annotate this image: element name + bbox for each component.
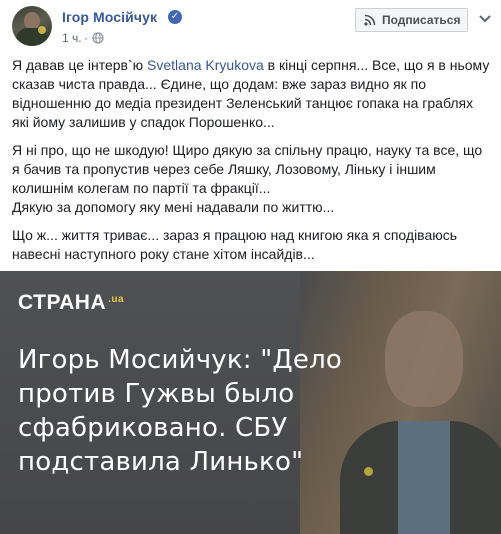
post-paragraph-1: Я давав це інтерв`ю Svetlana Kryukova в …: [12, 56, 490, 132]
post-body: Я давав це інтерв`ю Svetlana Kryukova в …: [12, 56, 490, 273]
author-name[interactable]: Ігор Мосійчук: [62, 9, 157, 25]
rss-icon: [364, 14, 376, 26]
link-preview-card[interactable]: СТРАНА .ua Игорь Мосийчук: "Дело против Г…: [0, 271, 501, 534]
card-headline[interactable]: Игорь Мосийчук: "Дело против Гужвы было …: [18, 343, 348, 479]
post-paragraph-1-start: Я давав це інтерв`ю: [12, 57, 148, 73]
photo-head-shape: [385, 311, 463, 407]
subscribe-button[interactable]: Подписаться: [355, 8, 468, 32]
timestamp-separator: ·: [84, 31, 88, 45]
mention-link[interactable]: Svetlana Kryukova: [147, 57, 264, 73]
post-paragraph-2-thanks: Дякую за допомогу яку мені надавали по ж…: [12, 199, 335, 215]
brand-name: СТРАНА: [18, 291, 107, 314]
brand-suffix: .ua: [108, 294, 125, 305]
post-paragraph-2: Я ні про, що не шкодую! Щиро дякую за сп…: [12, 141, 490, 217]
post-paragraph-3: Що ж... життя триває... зараз я працюю н…: [12, 227, 458, 262]
chevron-down-icon[interactable]: [477, 10, 493, 26]
photo-shirt-shape: [398, 421, 450, 534]
subscribe-label: Подписаться: [382, 13, 461, 27]
avatar-badge-shape: [38, 26, 46, 34]
post-header: Ігор Мосійчук ✓ 1 ч. · Подписаться: [0, 0, 501, 56]
globe-icon: [92, 32, 104, 44]
verified-badge-icon: ✓: [168, 10, 182, 24]
photo-pin-shape: [364, 467, 373, 476]
post-timestamp[interactable]: 1 ч.: [62, 31, 82, 45]
author-avatar[interactable]: [12, 6, 52, 46]
card-brand-logo: СТРАНА .ua: [18, 291, 124, 315]
post-paragraph-2-text: Я ні про, що не шкодую! Щиро дякую за сп…: [12, 142, 483, 196]
